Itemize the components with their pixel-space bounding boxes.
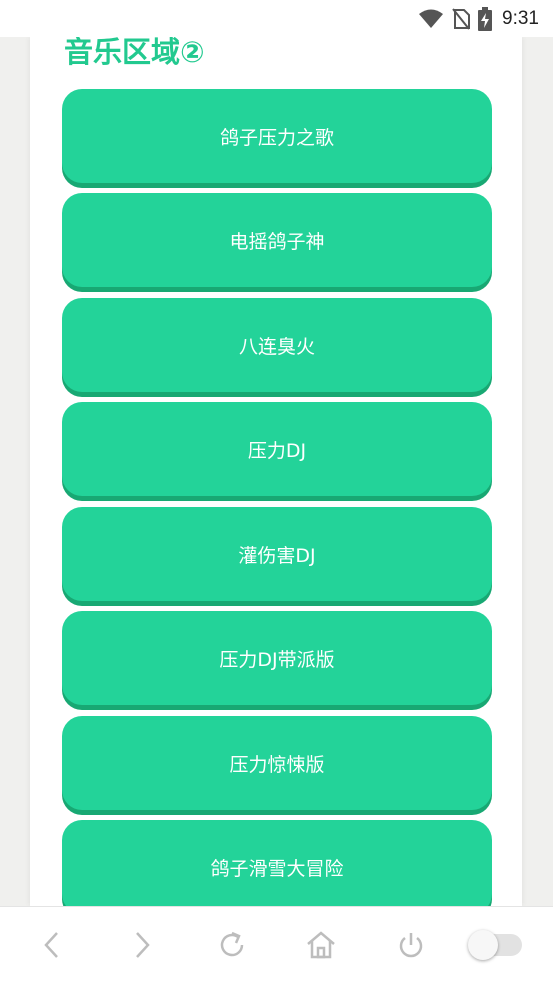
music-button-1[interactable]: 鸽子压力之歌 [62,89,492,183]
music-button-8[interactable]: 鸽子滑雪大冒险 [62,820,492,906]
power-icon[interactable] [393,927,429,963]
toggle-knob [468,930,498,960]
status-bar: 9:31 [0,0,553,37]
section-title: 音乐区域② [64,37,205,69]
bottom-nav-bar [0,906,553,984]
music-button-2[interactable]: 电摇鸽子神 [62,193,492,287]
content-area[interactable]: 音乐区域② 鸽子压力之歌 电摇鸽子神 八连臭火 压力DJ 灌伤害DJ 压力DJ带… [0,37,553,906]
back-icon[interactable] [34,927,70,963]
music-button-6[interactable]: 压力DJ带派版 [62,611,492,705]
music-button-3[interactable]: 八连臭火 [62,298,492,392]
music-button-5[interactable]: 灌伤害DJ [62,507,492,601]
status-time: 9:31 [502,7,539,29]
music-button-4[interactable]: 压力DJ [62,402,492,496]
refresh-icon[interactable] [214,927,250,963]
forward-icon[interactable] [124,927,160,963]
home-icon[interactable] [303,927,339,963]
music-button-7[interactable]: 压力惊悚版 [62,716,492,810]
music-card: 音乐区域② 鸽子压力之歌 电摇鸽子神 八连臭火 压力DJ 灌伤害DJ 压力DJ带… [30,37,522,906]
no-sim-icon [452,7,471,30]
toggle-switch[interactable] [468,930,522,960]
battery-charging-icon [478,6,493,31]
wifi-icon [418,9,444,29]
